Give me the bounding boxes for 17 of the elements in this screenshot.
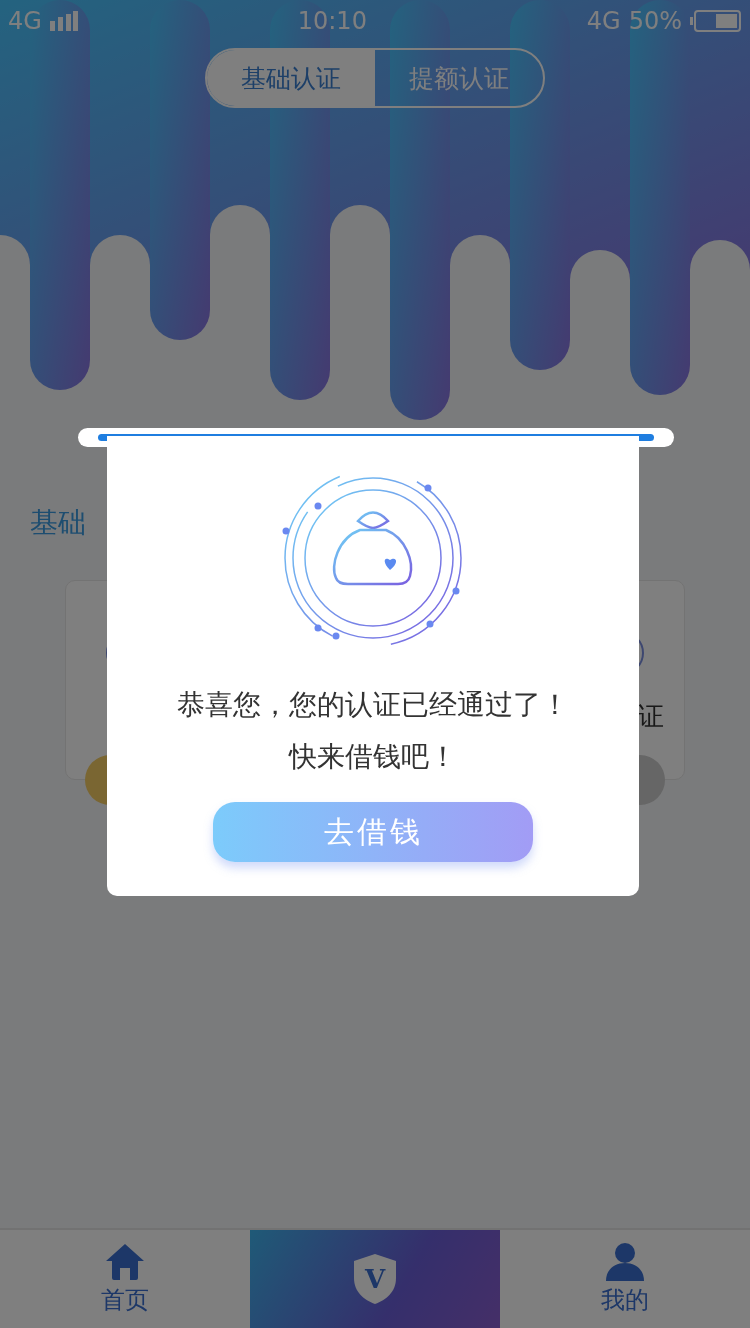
shield-letter: V [364, 1264, 386, 1294]
network-label: 4G [8, 7, 42, 35]
person-icon [605, 1242, 645, 1282]
home-icon [105, 1242, 145, 1282]
tab[interactable]: 基础认证 [207, 50, 375, 106]
battery-percent: 50% [628, 7, 682, 35]
borrow-prompt: 快来借钱吧！ [289, 739, 457, 775]
section-title: 基础 [30, 505, 87, 541]
borrow-button[interactable]: 去借钱 [213, 802, 533, 862]
signal-icon [49, 11, 78, 31]
success-message: 恭喜您，您的认证已经通过了！ [177, 687, 569, 723]
card-label: 证 [638, 700, 664, 733]
shield-icon [352, 1252, 398, 1306]
verify-tab[interactable]: V [250, 1230, 500, 1328]
clock-time: 10:10 [297, 7, 367, 35]
battery-icon [690, 10, 742, 32]
data-network-label: 4G [586, 7, 621, 35]
